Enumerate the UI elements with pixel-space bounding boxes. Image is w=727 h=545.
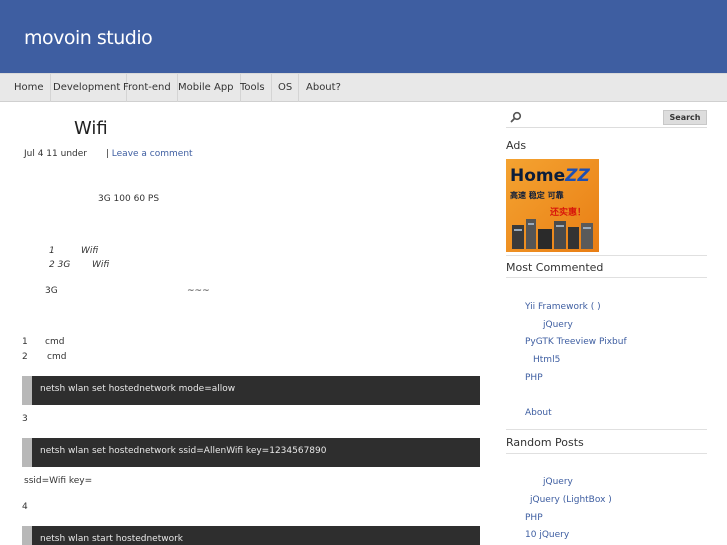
random-post-link[interactable]: 10 jQuery <box>525 530 569 540</box>
code-block-3: netsh wlan start hostednetwork <box>22 526 480 545</box>
nav-item-mobile-app[interactable]: Mobile App <box>172 74 241 102</box>
most-commented-link[interactable]: PyGTK Treeview Pixbuf <box>525 337 627 347</box>
most-commented-link[interactable]: Html5 <box>533 355 560 365</box>
code-line: netsh wlan set hostednetwork ssid=AllenW… <box>40 446 327 456</box>
list-item-1-text: Wifi <box>81 246 99 256</box>
ad-brand: HomeZZ <box>510 166 590 186</box>
step-4-number: 4 <box>22 502 28 512</box>
ad-tagline: 高速 稳定 可靠 <box>510 191 564 200</box>
most-commented-link[interactable]: PHP <box>525 373 543 383</box>
step-1-text: cmd <box>45 337 65 347</box>
post-title[interactable]: Wifi <box>74 118 108 139</box>
nav-item-development[interactable]: Development <box>47 74 128 102</box>
server-rack-image <box>512 219 593 249</box>
paragraph-intro: 3G 100 60 PS <box>98 194 160 204</box>
nav-item-os[interactable]: OS <box>272 74 300 102</box>
step-1-number: 1 <box>22 337 28 347</box>
random-post-link[interactable]: PHP <box>525 513 543 523</box>
list-item-2-number: 2 3G <box>49 260 71 270</box>
list-item-2-text: Wifi <box>92 260 110 270</box>
post-meta: Jul 4 11 under | Leave a comment <box>24 149 193 159</box>
paragraph-tilde: ~~~ <box>187 286 210 296</box>
step-2-number: 2 <box>22 352 28 362</box>
site-title[interactable]: movoin studio <box>24 27 153 49</box>
code-block-2: netsh wlan set hostednetwork ssid=AllenW… <box>22 438 480 467</box>
step-2-text: cmd <box>47 352 67 362</box>
most-commented-link[interactable]: Yii Framework ( ) <box>525 302 601 312</box>
most-commented-title: Most Commented <box>506 261 604 274</box>
widget-divider <box>506 429 707 430</box>
meta-separator: | <box>105 149 109 159</box>
paragraph-3g: 3G <box>45 286 58 296</box>
step-3-number: 3 <box>22 414 28 424</box>
search-button[interactable]: Search <box>663 110 707 125</box>
nav-item-home[interactable]: Home <box>8 74 51 102</box>
leave-comment-link[interactable]: Leave a comment <box>112 149 193 159</box>
code-line: netsh wlan set hostednetwork mode=allow <box>40 384 236 394</box>
random-posts-title: Random Posts <box>506 436 584 449</box>
paragraph-note: ssid=Wifi key= <box>24 476 93 486</box>
ad-banner[interactable]: HomeZZ 高速 稳定 可靠 还实惠！ <box>506 159 599 252</box>
main-nav: Home Development Front-end Mobile App To… <box>0 73 727 102</box>
post-date: Jul 4 11 under <box>24 149 87 159</box>
widget-divider <box>506 255 707 256</box>
sidebar: Search Ads HomeZZ 高速 稳定 可靠 还实惠！ Most Com… <box>506 102 707 545</box>
code-line: netsh wlan start hostednetwork <box>40 534 184 544</box>
most-commented-link[interactable]: jQuery <box>543 320 573 330</box>
ads-widget-title: Ads <box>506 139 527 152</box>
site-header: movoin studio <box>0 0 727 73</box>
widget-divider <box>506 453 707 454</box>
widget-divider <box>506 277 707 278</box>
most-commented-link[interactable]: About <box>525 408 552 418</box>
search-input[interactable] <box>526 109 656 125</box>
nav-item-tools[interactable]: Tools <box>234 74 272 102</box>
random-post-link[interactable]: jQuery <box>543 477 573 487</box>
search-form: Search <box>506 107 707 128</box>
nav-item-front-end[interactable]: Front-end <box>117 74 178 102</box>
code-block-1: netsh wlan set hostednetwork mode=allow <box>22 376 480 405</box>
random-post-link[interactable]: jQuery (LightBox ) <box>530 495 612 505</box>
search-icon <box>510 111 522 123</box>
post-content: Wifi Jul 4 11 under | Leave a comment 3G… <box>0 102 485 545</box>
nav-item-about[interactable]: About? <box>300 74 347 102</box>
list-item-1-number: 1 <box>49 246 55 256</box>
